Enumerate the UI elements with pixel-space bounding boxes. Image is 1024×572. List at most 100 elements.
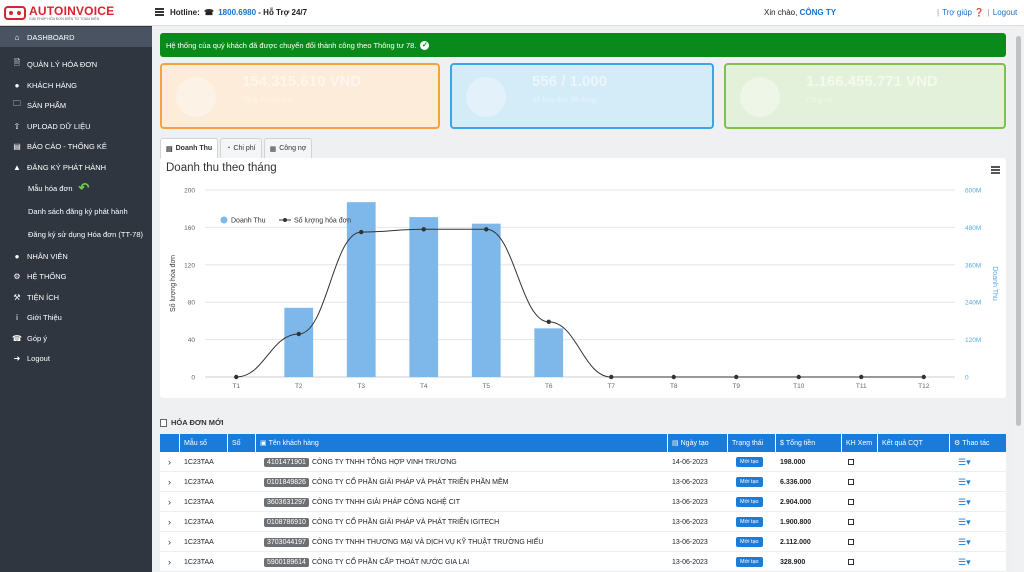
folder-icon: 🗀 [13, 99, 21, 108]
x-tick-label: T1 [232, 383, 240, 390]
expand-row-icon[interactable]: › [164, 472, 180, 492]
table-row[interactable]: › 1C23TAA 4101471901 CÔNG TY TNHH TỔNG HỢP … [160, 452, 1006, 472]
cell-status: Mới tạo [732, 552, 776, 572]
tab-expense[interactable]: ◔ Chi phí [220, 138, 262, 158]
status-badge: Mới tạo [736, 497, 763, 507]
actions-menu-icon[interactable]: ☰▾ [958, 557, 971, 568]
th-total[interactable]: $ Tổng tiền [776, 434, 842, 452]
bar-T4 [409, 217, 439, 377]
logout-link[interactable]: Logout [993, 8, 1017, 17]
actions-menu-icon[interactable]: ☰▾ [958, 477, 971, 488]
x-tick-label: T9 [732, 383, 740, 390]
cell-customer-view [842, 452, 878, 472]
view-checkbox[interactable] [848, 539, 854, 545]
view-checkbox[interactable] [848, 479, 854, 485]
cell-actions: ☰▾ [954, 472, 1006, 492]
sidebar-item-about[interactable]: i Giới Thiệu [0, 307, 152, 327]
actions-menu-icon[interactable]: ☰▾ [958, 517, 971, 528]
sidebar-item-utilities[interactable]: ⚒ TIỆN ÍCH [0, 287, 152, 307]
sidebar-item-feedback[interactable]: ☎ Góp ý [0, 328, 152, 348]
phone-icon: ☎ [12, 333, 22, 343]
point-T9 [734, 374, 739, 380]
view-checkbox[interactable] [848, 499, 854, 505]
logo[interactable]: AUTOINVOICE GIẢI PHÁP HÓA ĐƠN ĐIỆN TỬ TO… [4, 4, 150, 22]
tab-revenue[interactable]: ▤ Doanh Thu [160, 138, 219, 158]
table-row[interactable]: › 1C23TAA 0101849826 CÔNG TY CỔ PHẦN GIẢI P… [160, 472, 1006, 492]
table-row[interactable]: › 1C23TAA 5900189614 CÔNG TY CỔ PHẦN CẤP TH… [160, 552, 1006, 572]
sidebar-item-upload[interactable]: ⇧ UPLOAD DỮ LIỆU [0, 116, 152, 136]
scrollbar-thumb[interactable] [1016, 36, 1021, 426]
view-checkbox[interactable] [848, 559, 854, 565]
stat-card-value: 556 / 1.000 [532, 73, 608, 90]
th-actions[interactable]: ⚙ Thao tác [950, 434, 1006, 452]
page-scrollbar[interactable] [1013, 26, 1024, 572]
actions-menu-icon[interactable]: ☰▾ [958, 537, 971, 548]
cell-actions: ☰▾ [954, 512, 1006, 532]
sidebar-subitem-tt78[interactable]: Đăng ký sử dụng Hóa đơn (TT-78) [0, 224, 152, 244]
sidebar-item-registration[interactable]: ▲ ĐĂNG KÝ PHÁT HÀNH [0, 157, 152, 177]
company-name[interactable]: CÔNG TY [800, 8, 836, 17]
help-link[interactable]: Trợ giúp [942, 8, 972, 17]
cell-template: 1C23TAA [184, 538, 214, 546]
y-tick-label: 0 [191, 375, 195, 382]
cell-status: Mới tạo [732, 452, 776, 472]
sidebar-item-invoices[interactable]: 🗎 QUẢN LÝ HÓA ĐƠN [0, 54, 152, 74]
expand-row-icon[interactable]: › [164, 492, 180, 512]
upload-icon: ⇧ [13, 121, 21, 131]
home-icon: ⌂ [14, 32, 20, 42]
bar-T2 [284, 307, 314, 377]
bar-T5 [471, 223, 501, 377]
stat-card-debt: 1.166.455.771 VND Công nợ [724, 63, 1006, 129]
sidebar-item-label: HỆ THỐNG [27, 271, 67, 281]
table-row[interactable]: › 1C23TAA 3603631297 CÔNG TY TNHH GIẢI PHÁP… [160, 492, 1006, 512]
sidebar-item-dashboard[interactable]: ⌂ DASHBOARD [0, 27, 152, 47]
th-customer-view[interactable]: KH Xem [842, 434, 878, 452]
point-T7 [609, 374, 614, 380]
hotline-number[interactable]: 1800.6980 [218, 8, 256, 17]
table-row[interactable]: › 1C23TAA 3703044197 CÔNG TY TNHH THƯƠNG MẠ… [160, 532, 1006, 552]
view-checkbox[interactable] [848, 519, 854, 525]
sidebar-item-label: QUẢN LÝ HÓA ĐƠN [27, 59, 98, 69]
tab-debt[interactable]: ▦ Công nợ [263, 138, 313, 158]
info-icon: i [16, 312, 18, 322]
cell-total: 328.900 [780, 558, 806, 566]
th-number[interactable]: Số [228, 434, 256, 452]
pie-chart-icon [466, 77, 506, 117]
cell-date: 13-06-2023 [672, 518, 708, 526]
expand-row-icon[interactable]: › [164, 552, 180, 572]
sidebar-item-products[interactable]: 🗀 SẢN PHẨM [0, 95, 152, 115]
expand-row-icon[interactable]: › [164, 452, 180, 472]
th-status[interactable]: Trạng thái [728, 434, 776, 452]
actions-menu-icon[interactable]: ☰▾ [958, 457, 971, 468]
menu-toggle-icon[interactable] [155, 8, 164, 16]
revenue-chart: 0 40 80 120 160 200 0 120M 240M 360M 480M 600M Số lư… [160, 158, 1006, 398]
th-template[interactable]: Mẫu số [180, 434, 228, 452]
actions-menu-icon[interactable]: ☰▾ [958, 497, 971, 508]
cell-date: 13-06-2023 [672, 498, 708, 506]
table-row[interactable]: › 1C23TAA 0108786910 CÔNG TY CỔ PHẦN GIẢI P… [160, 512, 1006, 532]
cell-customer: 4101471901 CÔNG TY TNHH TỔNG HỢP VINH TRƯ… [260, 452, 668, 472]
sidebar-item-reports[interactable]: ▤ BÁO CÁO - THỐNG KÊ [0, 136, 152, 156]
th-date[interactable]: ▤ Ngày tạo [668, 434, 728, 452]
cell-status: Mới tạo [732, 472, 776, 492]
expand-row-icon[interactable]: › [164, 532, 180, 552]
tax-code-badge: 5900189614 [264, 557, 309, 567]
point-T4 [421, 227, 426, 232]
expand-row-icon[interactable]: › [164, 512, 180, 532]
cell-actions: ☰▾ [954, 492, 1006, 512]
sidebar-item-staff[interactable]: ● NHÂN VIÊN [0, 246, 152, 266]
sidebar-item-customers[interactable]: ● KHÁCH HÀNG [0, 75, 152, 95]
th-customer[interactable]: ▣ Tên khách hàng [256, 434, 668, 452]
sidebar-item-logout[interactable]: ➜ Logout [0, 348, 152, 368]
point-T2 [296, 331, 301, 337]
th-tax-result[interactable]: Kết quả CQT [878, 434, 950, 452]
chart-menu-icon[interactable] [991, 166, 1000, 174]
sidebar-subitem-registration-list[interactable]: Danh sách đăng ký phát hành [0, 201, 152, 221]
sidebar-item-system[interactable]: ⚙ HỆ THỐNG [0, 266, 152, 286]
sidebar-subitem-invoice-template[interactable]: Mẫu hóa đơn ↶ [0, 178, 152, 198]
cell-number [228, 492, 256, 512]
point-T5 [484, 227, 489, 232]
view-checkbox[interactable] [848, 459, 854, 465]
x-tick-label: T3 [357, 383, 365, 390]
legend-label-revenue: Doanh Thu [231, 218, 266, 225]
